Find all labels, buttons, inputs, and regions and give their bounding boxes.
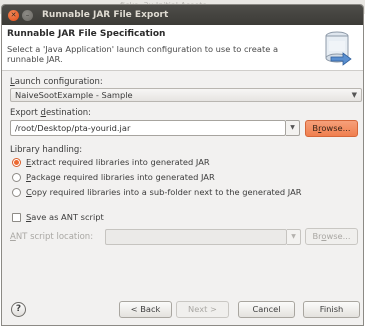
jar-export-icon	[325, 31, 352, 66]
ant-location-dropdown[interactable]: ▼	[287, 229, 301, 245]
finish-button[interactable]: Finish	[303, 301, 360, 318]
launch-config-label: Launch configuration:	[10, 77, 103, 87]
title-bar[interactable]: ✕ – Runnable JAR File Export	[2, 5, 363, 25]
radio-package-libraries[interactable]: Package required libraries into generate…	[12, 172, 215, 182]
export-destination-dropdown[interactable]: ▼	[286, 120, 300, 136]
ant-location-input[interactable]	[105, 229, 287, 245]
save-ant-script-checkbox[interactable]: Save as ANT script	[12, 212, 104, 222]
cancel-button[interactable]: Cancel	[238, 301, 295, 318]
radio-button[interactable]	[12, 157, 21, 167]
export-destination-input[interactable]: /root/Desktop/pta-yourid.jar	[10, 120, 286, 136]
close-icon[interactable]: ✕	[8, 9, 19, 21]
export-browse-button[interactable]: Browse...	[305, 120, 358, 137]
ant-location-label: ANT script location:	[10, 232, 94, 242]
back-button[interactable]: < Back	[119, 301, 172, 318]
chevron-down-icon: ▼	[351, 91, 357, 99]
page-description: Select a 'Java Application' launch confi…	[7, 44, 279, 64]
export-destination-label: Export destination:	[10, 108, 92, 118]
next-button[interactable]: Next >	[176, 301, 229, 318]
ant-browse-button[interactable]: Browse...	[305, 228, 358, 245]
checkbox[interactable]	[12, 212, 21, 222]
help-icon[interactable]: ?	[11, 302, 26, 317]
radio-copy-libraries[interactable]: Copy required libraries into a sub-folde…	[12, 187, 302, 197]
wizard-header: Runnable JAR File Specification Select a…	[2, 25, 363, 71]
page-title: Runnable JAR File Specification	[7, 29, 166, 39]
launch-config-select[interactable]: NaiveSootExample - Sample ▼	[10, 88, 362, 102]
radio-button[interactable]	[12, 187, 21, 197]
minimize-icon[interactable]: –	[22, 9, 33, 21]
window-title: Runnable JAR File Export	[42, 10, 169, 20]
radio-extract-libraries[interactable]: Extract required libraries into generate…	[12, 157, 210, 167]
export-dialog: ✕ – Runnable JAR File Export Runnable JA…	[1, 4, 364, 326]
library-handling-label: Library handling:	[10, 145, 83, 155]
radio-button[interactable]	[12, 172, 21, 182]
